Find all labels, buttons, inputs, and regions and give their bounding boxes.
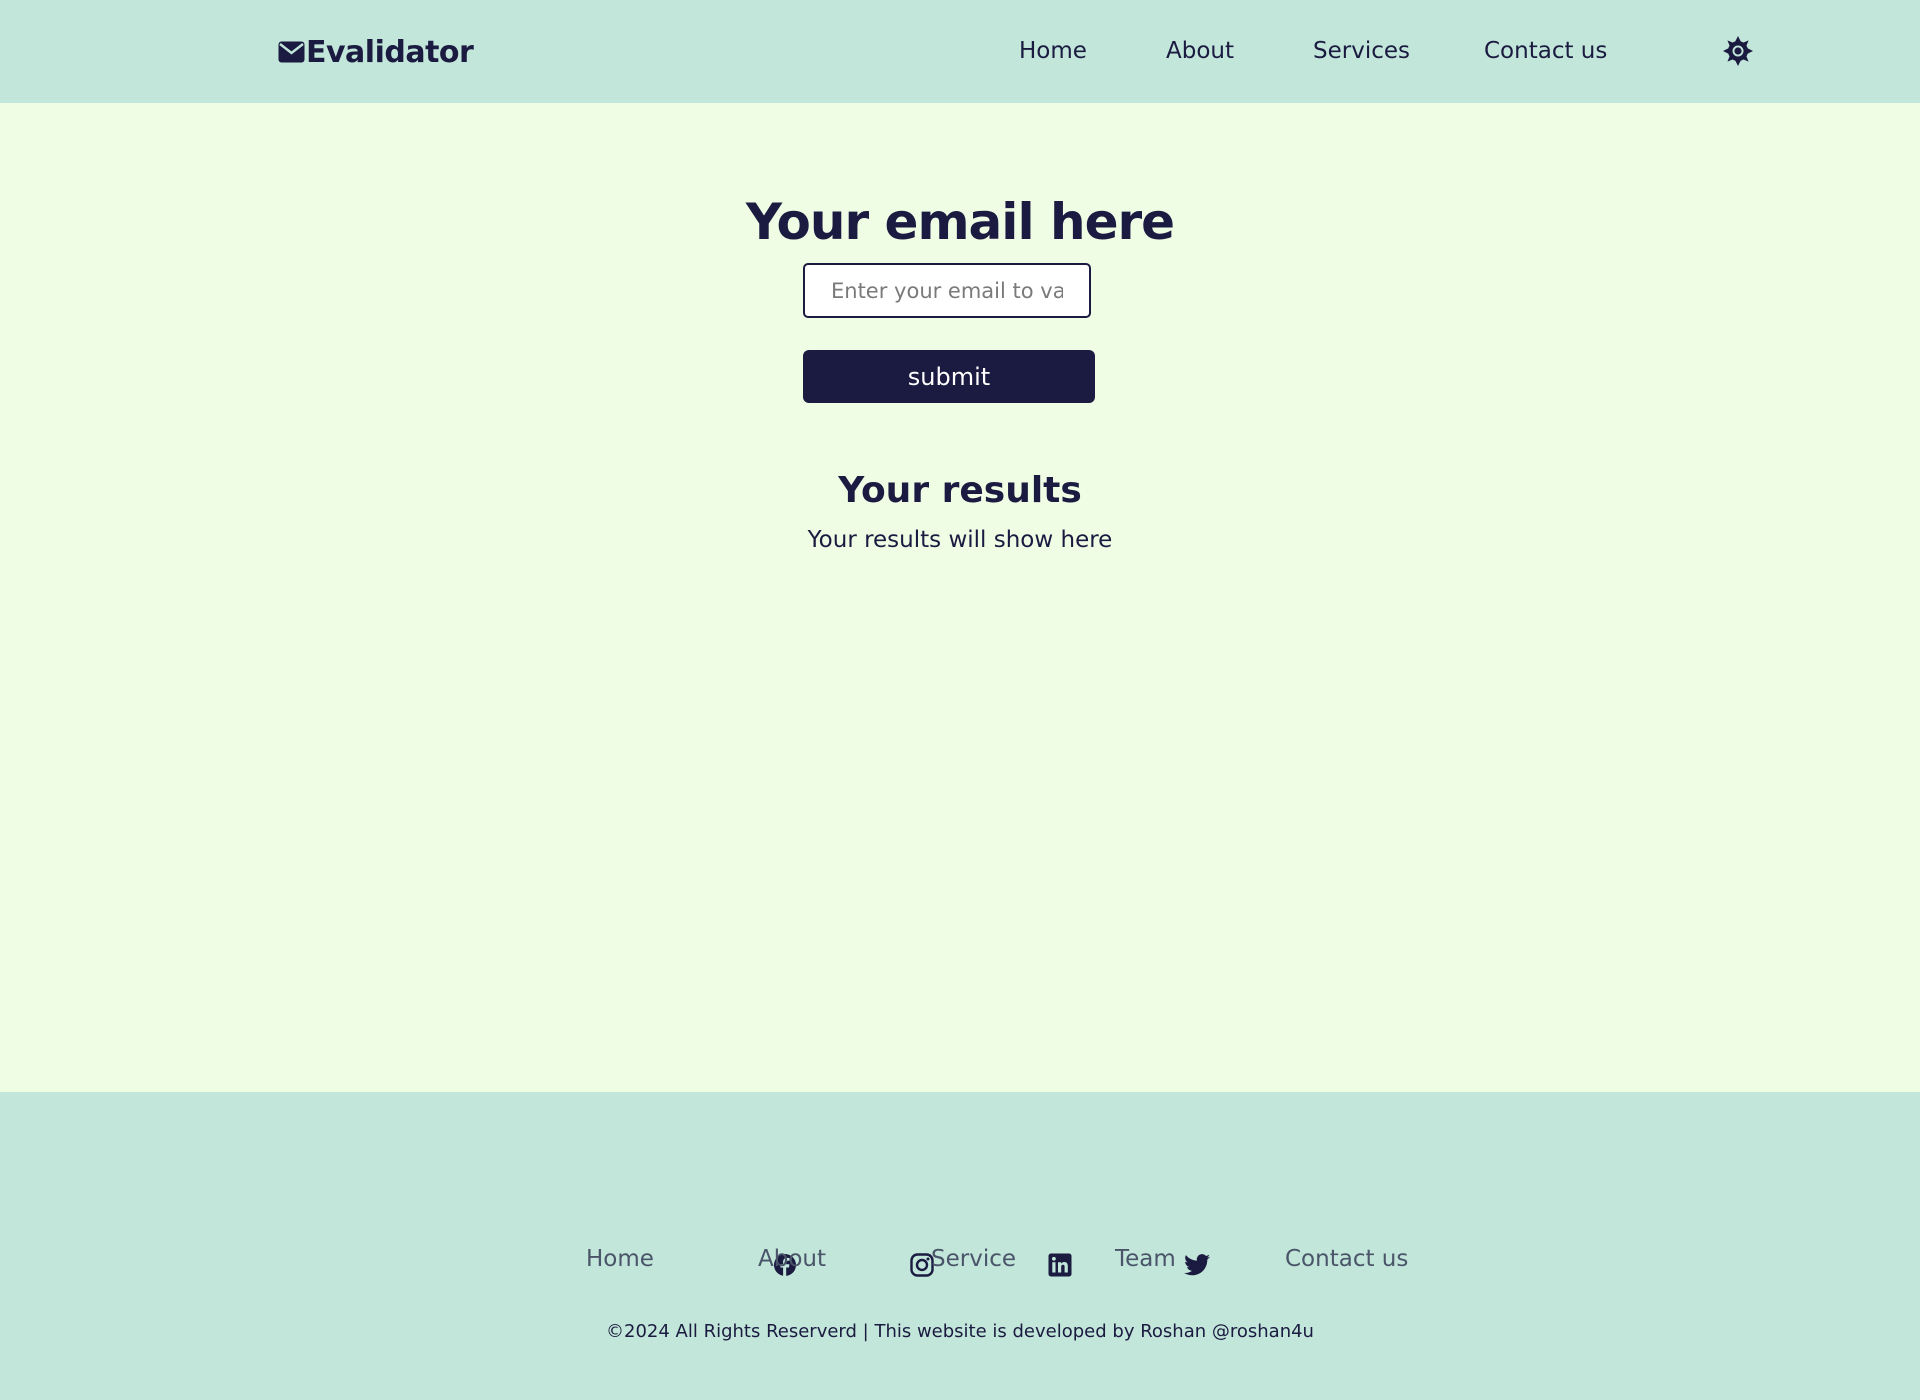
brand-name: Evalidator: [306, 34, 474, 70]
copyright-text: ©2024 All Rights Reserverd | This websit…: [606, 1321, 1314, 1342]
footer-link-service[interactable]: Service: [931, 1246, 1016, 1272]
nav-about[interactable]: About: [1166, 38, 1234, 64]
nav-contact-us[interactable]: Contact us: [1484, 38, 1607, 64]
nav-services[interactable]: Services: [1313, 38, 1410, 64]
footer-link-contact-us[interactable]: Contact us: [1285, 1246, 1408, 1272]
brand-logo[interactable]: Evalidator: [278, 32, 474, 72]
site-header: Evalidator Home About Services Contact u…: [0, 0, 1920, 103]
footer-link-about[interactable]: About: [758, 1246, 826, 1272]
results-heading: Your results: [838, 470, 1082, 511]
footer-link-home[interactable]: Home: [586, 1246, 654, 1272]
theme-toggle-button[interactable]: [1722, 32, 1754, 70]
submit-button[interactable]: submit: [803, 350, 1095, 403]
twitter-link[interactable]: [1183, 1250, 1211, 1280]
footer-link-team[interactable]: Team: [1115, 1246, 1176, 1272]
linkedin-link[interactable]: [1046, 1250, 1074, 1280]
linkedin-icon: [1048, 1253, 1072, 1277]
twitter-icon: [1184, 1254, 1210, 1276]
envelope-icon: [278, 41, 305, 63]
page-title: Your email here: [745, 193, 1175, 251]
email-input[interactable]: [803, 263, 1091, 318]
results-text: Your results will show here: [807, 527, 1113, 553]
sun-icon: [1723, 36, 1753, 66]
nav-home[interactable]: Home: [1019, 38, 1087, 64]
